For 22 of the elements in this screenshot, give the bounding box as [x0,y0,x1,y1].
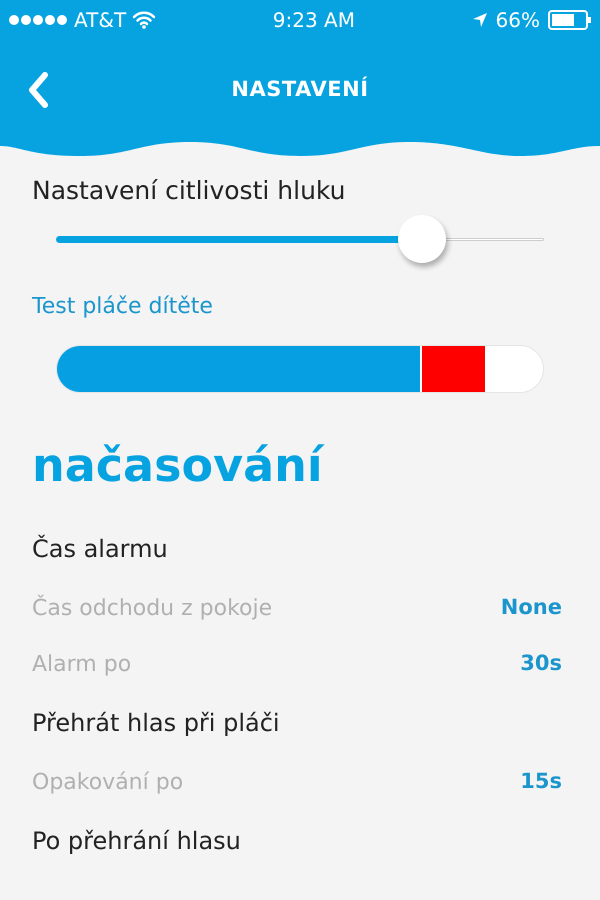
setting-label: Alarm po [32,650,132,678]
back-chevron-icon [26,71,50,109]
wifi-icon [132,11,156,29]
group-heading: Přehrát hlas při pláči [32,708,281,739]
section-title: načasování [32,436,326,494]
battery-icon [548,10,592,30]
status-time: 9:23 AM [272,7,355,34]
setting-value[interactable]: 15s [520,766,568,798]
screen-title: NASTAVENÍ [231,76,369,104]
setting-label: Čas odchodu z pokoje [32,594,272,622]
signal-icon [8,14,68,26]
sensitivity-label: Nastavení citlivosti hluku [32,175,346,207]
cry-test-label: Test pláče dítěte [32,292,214,320]
battery-percent: 66% [496,7,540,34]
setting-label: Opakování po [32,768,184,796]
setting-value[interactable]: 30s [520,648,568,680]
carrier-label: AT&T [74,7,126,34]
location-arrow-icon [472,12,488,28]
group-heading: Po přehrání hlasu [32,826,242,857]
setting-value[interactable]: None [500,592,568,624]
slider-thumb[interactable] [398,214,446,262]
group-heading: Čas alarmu [32,534,169,565]
